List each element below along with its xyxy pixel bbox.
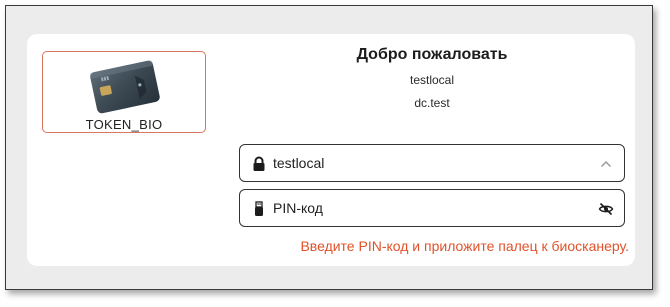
usb-token-icon (255, 201, 263, 216)
username-value: testlocal (273, 155, 325, 171)
lock-icon (253, 156, 265, 171)
token-tile[interactable]: ▮▮▮ TOKEN_BIO (42, 51, 206, 133)
login-card: ▮▮▮ TOKEN_BIO Добро пожаловать testlocal… (27, 34, 635, 266)
username-select[interactable]: testlocal (239, 144, 625, 182)
biometric-hint: Введите PIN-код и приложите палец к биос… (300, 238, 629, 254)
welcome-username: testlocal (409, 73, 455, 87)
login-window: ▮▮▮ TOKEN_BIO Добро пожаловать testlocal… (5, 5, 653, 290)
chevron-up-icon[interactable] (598, 156, 614, 172)
welcome-title: Добро пожаловать (356, 46, 508, 63)
smart-card-icon: ▮▮▮ (89, 60, 160, 114)
token-label: TOKEN_BIO (85, 117, 163, 132)
eye-off-icon[interactable] (598, 201, 614, 217)
pin-input[interactable] (273, 200, 573, 216)
pin-field[interactable] (239, 189, 625, 227)
welcome-domain: dc.test (414, 96, 450, 110)
